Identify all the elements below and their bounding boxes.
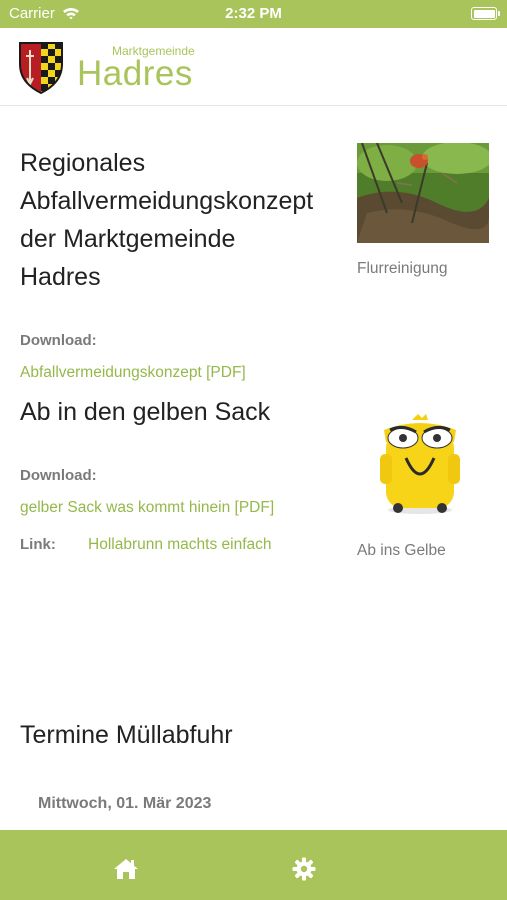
flurreinigung-caption: Flurreinigung bbox=[357, 260, 448, 277]
gelber-sack-mascot-image[interactable] bbox=[372, 412, 468, 521]
gelber-sack-title: Ab in den gelben Sack bbox=[20, 398, 271, 426]
gear-icon[interactable] bbox=[292, 857, 316, 886]
termin-date: Mittwoch, 01. Mär 2023 bbox=[38, 795, 212, 812]
logo-title: Hadres bbox=[77, 54, 193, 93]
abfall-download-label: Download: bbox=[20, 332, 97, 349]
termine-title: Termine Müllabfuhr bbox=[20, 721, 233, 749]
tab-bar bbox=[0, 830, 507, 900]
abfall-title-line: der Marktgemeinde bbox=[20, 225, 236, 253]
flurreinigung-photo[interactable] bbox=[357, 143, 489, 243]
abfall-title-line: Hadres bbox=[20, 263, 101, 291]
abfall-section-title: Regionales Abfallvermeidungskonzept der … bbox=[20, 144, 313, 296]
app-header: Marktgemeinde Hadres bbox=[0, 28, 507, 106]
coat-of-arms-icon bbox=[19, 42, 63, 94]
abfall-title-line: Regionales bbox=[20, 149, 146, 177]
hollabrunn-link[interactable]: Hollabrunn machts einfach bbox=[88, 536, 272, 554]
home-icon[interactable] bbox=[113, 857, 139, 886]
abfall-pdf-link[interactable]: Abfallvermeidungskonzept [PDF] bbox=[20, 364, 246, 382]
gelber-sack-link-label: Link: bbox=[20, 536, 56, 553]
status-bar: Carrier 2:32 PM bbox=[0, 0, 507, 28]
abfall-title-line: Abfallvermeidungskonzept bbox=[20, 187, 314, 215]
gelber-sack-caption: Ab ins Gelbe bbox=[357, 542, 446, 559]
clock-label: 2:32 PM bbox=[225, 5, 282, 22]
battery-icon bbox=[471, 7, 500, 20]
gelber-sack-pdf-link[interactable]: gelber Sack was kommt hinein [PDF] bbox=[20, 499, 274, 517]
gelber-sack-download-label: Download: bbox=[20, 467, 97, 484]
